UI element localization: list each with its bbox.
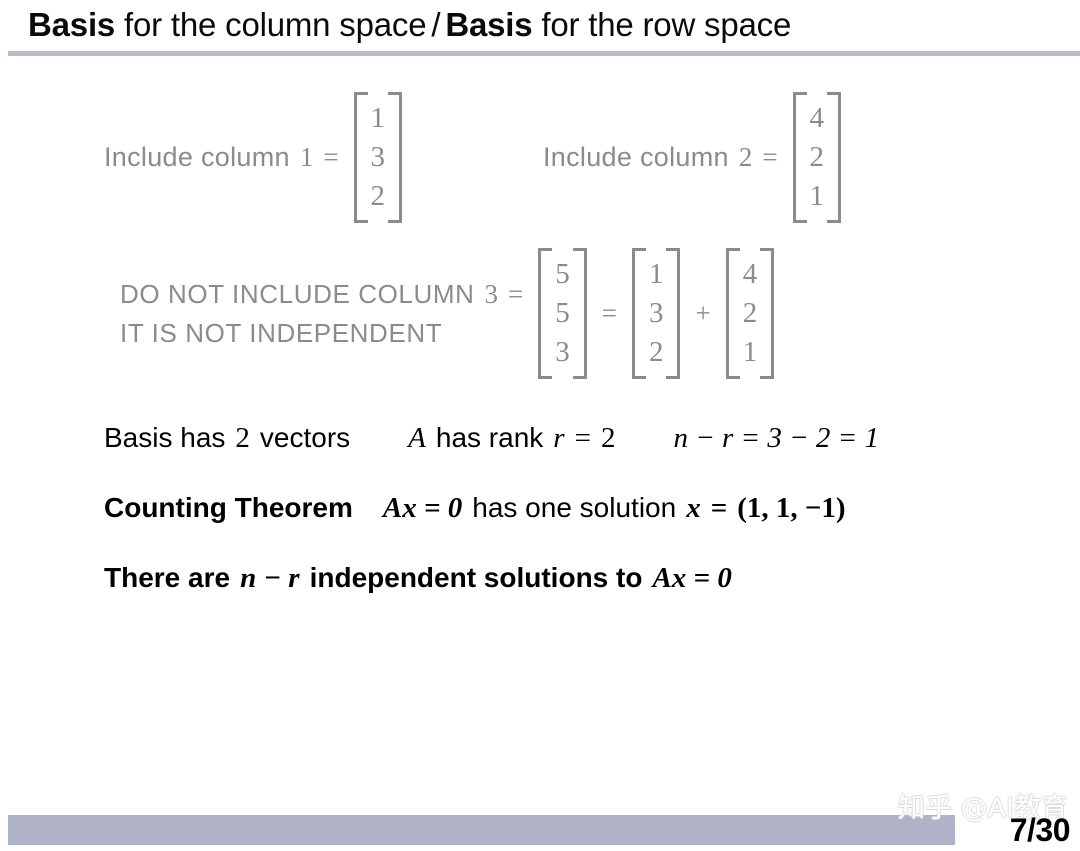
vector-entry: 1 — [742, 336, 758, 368]
page-number: 7/30 — [1009, 812, 1071, 848]
solution-equals: = — [710, 492, 728, 524]
vector-entry: 3 — [555, 336, 570, 368]
solution-value: (1, 1, −1) — [737, 492, 846, 524]
counting-theorem-middle: has one solution — [472, 492, 677, 523]
excluded-column-row: DO NOT INCLUDE COLUMN 3 = IT IS NOT INDE… — [120, 248, 779, 379]
counting-theorem-heading: Counting Theorem — [104, 492, 353, 523]
column-2-vector: 4 2 1 — [792, 92, 842, 223]
conclusion-expression: n − r — [240, 562, 300, 594]
column-1-vector: 1 3 2 — [353, 92, 403, 223]
excluded-result-vector: 5 5 3 — [538, 248, 587, 379]
include-column-1-row: Include column 1 = 1 3 2 — [104, 92, 407, 223]
rank-variable: r — [553, 422, 565, 454]
conclusion-line: There are n − r independent solutions to Ax… — [104, 562, 732, 595]
vector-entry: 2 — [648, 336, 664, 368]
title-part1-rest: for the column space — [115, 6, 427, 43]
rank-value: 2 — [600, 422, 616, 454]
facts-line: Basis has 2 vectors Ahas rank r = 2 n − r = 3 −… — [104, 422, 879, 455]
excluded-column-line2: IT IS NOT INDEPENDENT — [120, 317, 443, 348]
solution-variable: x — [686, 492, 701, 524]
title-part2-bold: Basis — [445, 6, 533, 43]
include-column-2-index: 2 — [738, 142, 753, 172]
vector-entry: 4 — [809, 102, 825, 134]
include-column-1-label: Include column — [104, 142, 290, 172]
counting-theorem-line: Counting Theorem Ax = 0 has one solution x =… — [104, 492, 846, 525]
include-column-1-equals: = — [323, 142, 339, 172]
excluded-plus-sign: + — [695, 298, 711, 328]
vector-entry: 2 — [370, 180, 386, 212]
excluded-column-equals: = — [508, 278, 524, 309]
title-part1-bold: Basis — [28, 6, 116, 43]
rank-equals: = — [574, 422, 591, 454]
include-column-2-equals: = — [762, 142, 778, 172]
conclusion-prefix: There are — [104, 562, 231, 593]
title-part2-rest: for the row space — [532, 6, 792, 43]
vector-entry: 5 — [555, 258, 570, 290]
basis-count-value: 2 — [235, 422, 250, 454]
rank-text: has rank — [435, 422, 544, 453]
conclusion-middle: independent solutions to — [309, 562, 643, 593]
excluded-term1-vector: 1 3 2 — [631, 248, 681, 379]
vector-entry: 4 — [742, 258, 758, 290]
slide-canvas: Basis for the column space / Basis for the… — [0, 0, 1080, 851]
excluded-term2-vector: 4 2 1 — [725, 248, 775, 379]
excluded-column-index: 3 — [484, 278, 499, 309]
vector-entry: 1 — [809, 180, 825, 212]
vector-entry: 3 — [648, 297, 664, 329]
footer-bar — [8, 815, 955, 845]
vector-entry: 1 — [648, 258, 664, 290]
include-column-2-row: Include column 2 = 4 2 1 — [543, 92, 846, 223]
excluded-column-line1: DO NOT INCLUDE COLUMN 3 = — [120, 279, 533, 310]
excluded-column-label: DO NOT INCLUDE COLUMN — [120, 278, 475, 309]
vector-entry: 3 — [370, 141, 386, 173]
vector-entry: 2 — [809, 141, 825, 173]
counting-theorem-equation: Ax = 0 — [382, 492, 463, 524]
include-column-2-label: Include column — [543, 142, 729, 172]
basis-count-tail: vectors — [259, 422, 351, 453]
nullity-expression: n − r = 3 − 2 = 1 — [673, 422, 880, 454]
vector-entry: 5 — [555, 297, 570, 329]
vector-entry: 2 — [742, 297, 758, 329]
basis-count-text: Basis has — [104, 422, 226, 453]
title-separator: / — [431, 6, 441, 43]
page-title: Basis for the column space / Basis for the… — [28, 2, 791, 48]
excluded-equals-2: = — [601, 298, 617, 328]
include-column-1-index: 1 — [299, 142, 314, 172]
conclusion-equation: Ax = 0 — [652, 562, 732, 594]
rank-matrix-symbol: A — [408, 422, 426, 454]
vector-entry: 1 — [370, 102, 386, 134]
excluded-column-text-block: DO NOT INCLUDE COLUMN 3 = IT IS NOT INDE… — [120, 279, 533, 349]
header-divider-rule — [8, 51, 1080, 56]
